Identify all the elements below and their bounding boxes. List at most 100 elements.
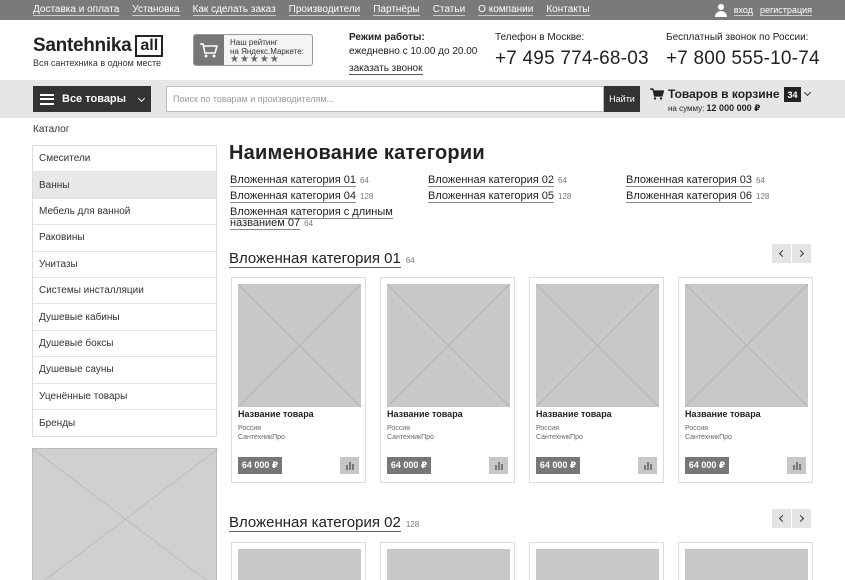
page-title: Наименование категории [229,142,485,164]
subcategory-count: 64 [360,176,369,185]
carousel-arrows [772,509,812,529]
section-title-text[interactable]: Вложенная категория 01 [229,250,401,268]
product-image[interactable] [387,549,510,580]
product-name[interactable]: Название товара [685,409,761,419]
product-card[interactable] [231,542,366,580]
section-title-count: 64 [405,256,415,265]
topnav-partners-link[interactable]: Партнёры [373,4,420,16]
login-link[interactable]: вход [733,5,753,16]
subcategory-item[interactable]: Вложенная категория 05 128 [428,190,608,203]
subcategory-link[interactable]: Вложенная категория 01 [230,174,356,187]
product-card[interactable]: Название товара Россия СантехникПро 64 00… [529,277,664,483]
product-image[interactable] [685,549,808,580]
sidebar-item-shower-saunas[interactable]: Душевые сауны [33,357,216,384]
sidebar-item-bathroom-furniture[interactable]: Мебель для ванной [33,199,216,226]
product-country: Россия [238,425,261,432]
subcategory-item[interactable]: Вложенная категория 02 64 [428,174,608,187]
sidebar-item-mixers[interactable]: Смесители [33,146,216,173]
carousel-prev-button[interactable] [772,244,791,263]
product-card[interactable] [529,542,664,580]
banner-placeholder-image [32,448,219,580]
subcategory-link[interactable]: Вложенная категория 06 [626,190,752,203]
carousel-next-button[interactable] [792,509,811,528]
topnav-contacts-link[interactable]: Контакты [546,4,590,16]
logo-name: Santehnika [33,35,132,56]
section-title-text[interactable]: Вложенная категория 02 [229,514,401,532]
cart-title: Товаров в корзине [668,87,780,101]
section-title[interactable]: Вложенная категория 02 128 [229,514,419,533]
product-image[interactable] [536,549,659,580]
product-carousel: Название товара Россия СантехникПро 64 00… [231,277,813,483]
work-hours-block: Режим работы: ежедневно с 10.00 до 20.00… [349,32,477,76]
product-meta: Россия СантехникПро [685,424,732,442]
topnav-manufacturers-link[interactable]: Производители [288,4,361,16]
sidebar-item-discounted[interactable]: Уценённые товары [33,384,216,410]
product-price: 64 000 ₽ [387,457,431,474]
product-meta: Россия СантехникПро [536,424,583,442]
top-bar: Доставка и оплата Установка Как сделать … [0,0,845,20]
carousel-next-button[interactable] [792,244,811,263]
subcategory-item[interactable]: Вложенная категория 04 128 [230,190,410,203]
yandex-market-rating[interactable]: Наш рейтинг на Яндекс.Маркете: ★★★★★ [193,34,313,66]
section-title-count: 128 [405,520,420,529]
breadcrumb[interactable]: Каталог [33,124,69,135]
topnav-about-link[interactable]: О компании [478,4,534,16]
subcategory-link[interactable]: Вложенная категория 03 [626,174,752,187]
subcategory-item[interactable]: Вложенная категория 03 64 [626,174,806,187]
topnav-how-to-order-link[interactable]: Как сделать заказ [192,4,276,16]
user-icon [714,3,727,17]
product-name[interactable]: Название товара [238,409,314,419]
topnav-articles-link[interactable]: Статьи [432,4,466,16]
all-products-button[interactable]: Все товары [33,86,151,112]
search-input[interactable] [166,86,604,112]
sidebar-banner[interactable] [32,448,219,580]
subcategory-item[interactable]: Вложенная категория 06 128 [626,190,806,203]
sidebar-item-installation-systems[interactable]: Системы инсталляции [33,278,216,305]
compare-chart-icon[interactable] [787,457,806,474]
product-image[interactable] [238,284,361,407]
product-brand: СантехникПро [536,434,583,441]
topnav-delivery-link[interactable]: Доставка и оплата [33,4,120,16]
compare-chart-icon[interactable] [489,457,508,474]
sidebar-item-bathtubs[interactable]: Ванны [33,172,216,199]
product-name[interactable]: Название товара [536,409,612,419]
product-card[interactable] [380,542,515,580]
subcategory-link[interactable]: Вложенная категория 02 [428,174,554,187]
product-image[interactable] [536,284,659,407]
subcategory-link[interactable]: Вложенная категория 04 [230,190,356,203]
search-button[interactable]: Найти [604,86,640,112]
product-image[interactable] [387,284,510,407]
sidebar-item-shower-cabins[interactable]: Душевые кабины [33,304,216,331]
topnav-installation-link[interactable]: Установка [132,4,180,16]
chevron-down-icon [137,94,146,103]
product-card[interactable] [678,542,813,580]
product-card[interactable]: Название товара Россия СантехникПро 64 00… [678,277,813,483]
subcategory-item[interactable]: Вложенная категория с длиным названием 0… [230,206,400,230]
product-card[interactable]: Название товара Россия СантехникПро 64 00… [380,277,515,483]
compare-chart-icon[interactable] [638,457,657,474]
phone-russia-number[interactable]: +7 800 555-10-74 [666,48,820,70]
product-brand: СантехникПро [685,434,732,441]
sidebar-item-sinks[interactable]: Раковины [33,225,216,252]
product-image[interactable] [685,284,808,407]
product-image[interactable] [238,549,361,580]
carousel-prev-button[interactable] [772,509,791,528]
logo[interactable]: Santehnika all [33,35,164,57]
phone-moscow-number[interactable]: +7 495 774-68-03 [495,48,649,70]
section-title[interactable]: Вложенная категория 01 64 [229,250,415,269]
product-name[interactable]: Название товара [387,409,463,419]
carousel-arrows [772,244,812,264]
cart-icon [650,88,664,100]
order-call-link[interactable]: заказать звонок [349,63,423,75]
all-products-label: Все товары [62,93,127,105]
subcategory-item[interactable]: Вложенная категория 01 64 [230,174,410,187]
subcategory-count: 64 [558,176,567,185]
sidebar-item-brands[interactable]: Бренды [33,410,216,436]
compare-chart-icon[interactable] [340,457,359,474]
sidebar-item-shower-boxes[interactable]: Душевые боксы [33,331,216,358]
register-link[interactable]: регистрация [759,5,812,16]
sidebar-item-toilets[interactable]: Унитазы [33,252,216,278]
product-card[interactable]: Название товара Россия СантехникПро 64 00… [231,277,366,483]
work-hours-text: ежедневно с 10.00 до 20.00 [349,46,478,57]
subcategory-link[interactable]: Вложенная категория 05 [428,190,554,203]
